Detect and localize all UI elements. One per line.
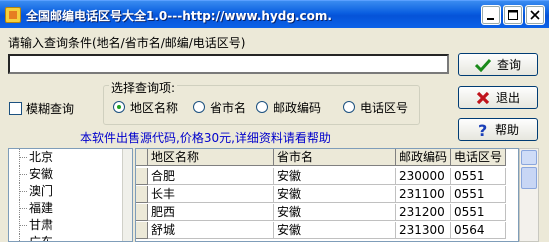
window-title: 全国邮编电话区号大全1.0---http://www.hydg.com. [26, 9, 332, 23]
exit-button[interactable]: 退出 [458, 86, 538, 109]
search-prompt-label: 请输入查询条件(地名/省市名/邮编/电话区号) [8, 36, 246, 50]
row-indicator [136, 186, 148, 203]
title-bar[interactable]: 全国邮编电话区号大全1.0---http://www.hydg.com. [0, 0, 549, 28]
table-row[interactable]: 长丰 安徽 231100 0551 [136, 186, 518, 203]
radio-areacode[interactable] [343, 101, 355, 113]
table-row[interactable]: 肥西 安徽 231200 0551 [136, 204, 518, 221]
row-indicator [136, 222, 148, 239]
tree-item[interactable]: 福建 [9, 200, 132, 217]
fuzzy-search-checkbox[interactable] [9, 102, 22, 115]
table-cell: 231100 [396, 186, 451, 203]
row-indicator [136, 204, 148, 221]
grid-header-row: 地区名称 省市名 邮政编码 电话区号 [136, 149, 518, 166]
tree-item[interactable]: 广东 [9, 234, 132, 241]
query-button[interactable]: 查询 [458, 53, 538, 76]
table-cell: 安徽 [274, 168, 396, 185]
app-icon [5, 7, 21, 23]
table-row[interactable]: 舒城 安徽 231300 0564 [136, 222, 518, 239]
radio-province-label: 省市名 [210, 101, 247, 115]
radio-postcode-label: 邮政编码 [273, 101, 322, 115]
radio-area-name-label: 地区名称 [130, 101, 179, 115]
help-button[interactable]: ? 帮助 [458, 118, 538, 141]
close-button[interactable] [525, 5, 545, 25]
radio-postcode[interactable] [256, 101, 268, 113]
checkmark-icon [474, 58, 491, 72]
table-cell: 231200 [396, 204, 451, 221]
result-grid[interactable]: 地区名称 省市名 邮政编码 电话区号 合肥 安徽 230000 0551 长丰 … [135, 148, 519, 242]
close-x-icon [476, 91, 490, 104]
grid-scrollbar[interactable] [519, 148, 539, 242]
radio-province[interactable] [193, 101, 205, 113]
table-cell: 长丰 [148, 186, 274, 203]
province-tree[interactable]: 北京 安徽 澳门 福建 甘肃 广东 [8, 148, 133, 242]
search-input[interactable] [8, 54, 449, 74]
table-cell: 0551 [451, 186, 506, 203]
row-indicator [136, 168, 148, 185]
table-cell: 肥西 [148, 204, 274, 221]
tree-scrollbar[interactable] [122, 149, 132, 241]
query-option-legend: 选择查询项: [109, 79, 178, 96]
table-cell: 231300 [396, 222, 451, 239]
tree-item[interactable]: 澳门 [9, 183, 132, 200]
scroll-up-arrow-icon[interactable] [521, 150, 537, 165]
table-cell: 0551 [451, 204, 506, 221]
exit-button-label: 退出 [495, 91, 520, 105]
column-header[interactable]: 邮政编码 [396, 149, 451, 166]
question-mark-icon: ? [478, 122, 487, 138]
row-indicator [136, 149, 148, 166]
tree-item[interactable]: 北京 [9, 149, 132, 166]
radio-area-name[interactable] [113, 101, 125, 113]
tree-item[interactable]: 安徽 [9, 166, 132, 183]
column-header[interactable]: 省市名 [274, 149, 396, 166]
query-button-label: 查询 [496, 58, 521, 72]
promo-text: 本软件出售源代码,价格30元,详细资料请看帮助 [80, 131, 331, 145]
help-button-label: 帮助 [494, 123, 519, 137]
tree-item[interactable]: 甘肃 [9, 217, 132, 234]
svg-text:?: ? [478, 122, 487, 138]
column-header[interactable]: 地区名称 [148, 149, 274, 166]
table-row[interactable]: 合肥 安徽 230000 0551 [136, 168, 518, 185]
scroll-thumb[interactable] [521, 167, 537, 189]
table-cell: 舒城 [148, 222, 274, 239]
table-cell: 安徽 [274, 186, 396, 203]
minimize-button[interactable] [481, 5, 501, 25]
table-cell: 230000 [396, 168, 451, 185]
table-cell: 安徽 [274, 204, 396, 221]
column-header[interactable]: 电话区号 [451, 149, 506, 166]
table-cell: 合肥 [148, 168, 274, 185]
table-cell: 安徽 [274, 222, 396, 239]
fuzzy-search-label: 模糊查询 [26, 102, 75, 116]
table-cell: 0551 [451, 168, 506, 185]
table-cell: 0564 [451, 222, 506, 239]
maximize-button[interactable] [503, 5, 523, 25]
radio-areacode-label: 电话区号 [360, 101, 409, 115]
